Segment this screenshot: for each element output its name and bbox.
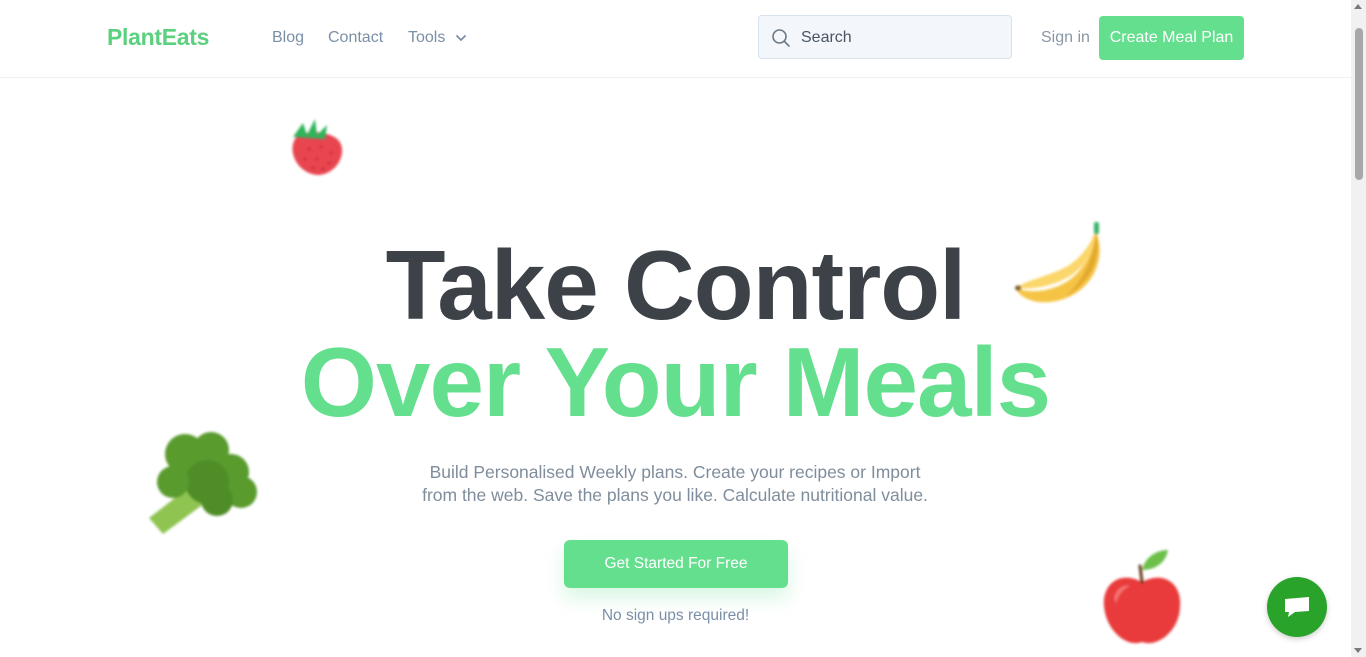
hero-description-line1: Build Personalised Weekly plans. Create … — [429, 462, 921, 482]
create-meal-plan-button[interactable]: Create Meal Plan — [1099, 16, 1244, 60]
top-navbar: PlantEats Blog Contact Tools Sign in Cre… — [0, 0, 1351, 78]
nav-contact-link[interactable]: Contact — [328, 29, 383, 47]
hero-description: Build Personalised Weekly plans. Create … — [400, 461, 950, 507]
nav-tools-label: Tools — [408, 29, 446, 46]
chat-button[interactable] — [1267, 577, 1327, 637]
get-started-button[interactable]: Get Started For Free — [564, 540, 788, 588]
hero-description-line2: from the web. Save the plans you like. C… — [422, 485, 928, 505]
hero-heading-line1: Take Control — [385, 230, 967, 340]
apple-icon — [1103, 550, 1181, 644]
scrollbar-thumb[interactable] — [1355, 28, 1363, 180]
logo[interactable]: PlantEats — [107, 24, 209, 51]
search-icon — [772, 29, 790, 47]
strawberry-icon — [292, 119, 343, 175]
scroll-down-arrow-icon[interactable] — [1354, 648, 1362, 653]
hero-heading-line2: Over Your Meals — [300, 327, 1051, 437]
nav-blog-link[interactable]: Blog — [272, 29, 304, 47]
nav-tools-dropdown[interactable]: Tools — [408, 29, 467, 47]
chevron-down-icon — [456, 35, 467, 41]
page-scrollbar[interactable] — [1351, 0, 1366, 657]
scroll-up-arrow-icon[interactable] — [1354, 4, 1362, 9]
chat-icon — [1285, 597, 1309, 617]
sign-in-link[interactable]: Sign in — [1041, 29, 1090, 47]
broccoli-icon — [149, 432, 257, 534]
search-input[interactable] — [799, 16, 1008, 60]
no-signup-note: No sign ups required! — [601, 607, 750, 624]
search-box — [758, 15, 1012, 60]
